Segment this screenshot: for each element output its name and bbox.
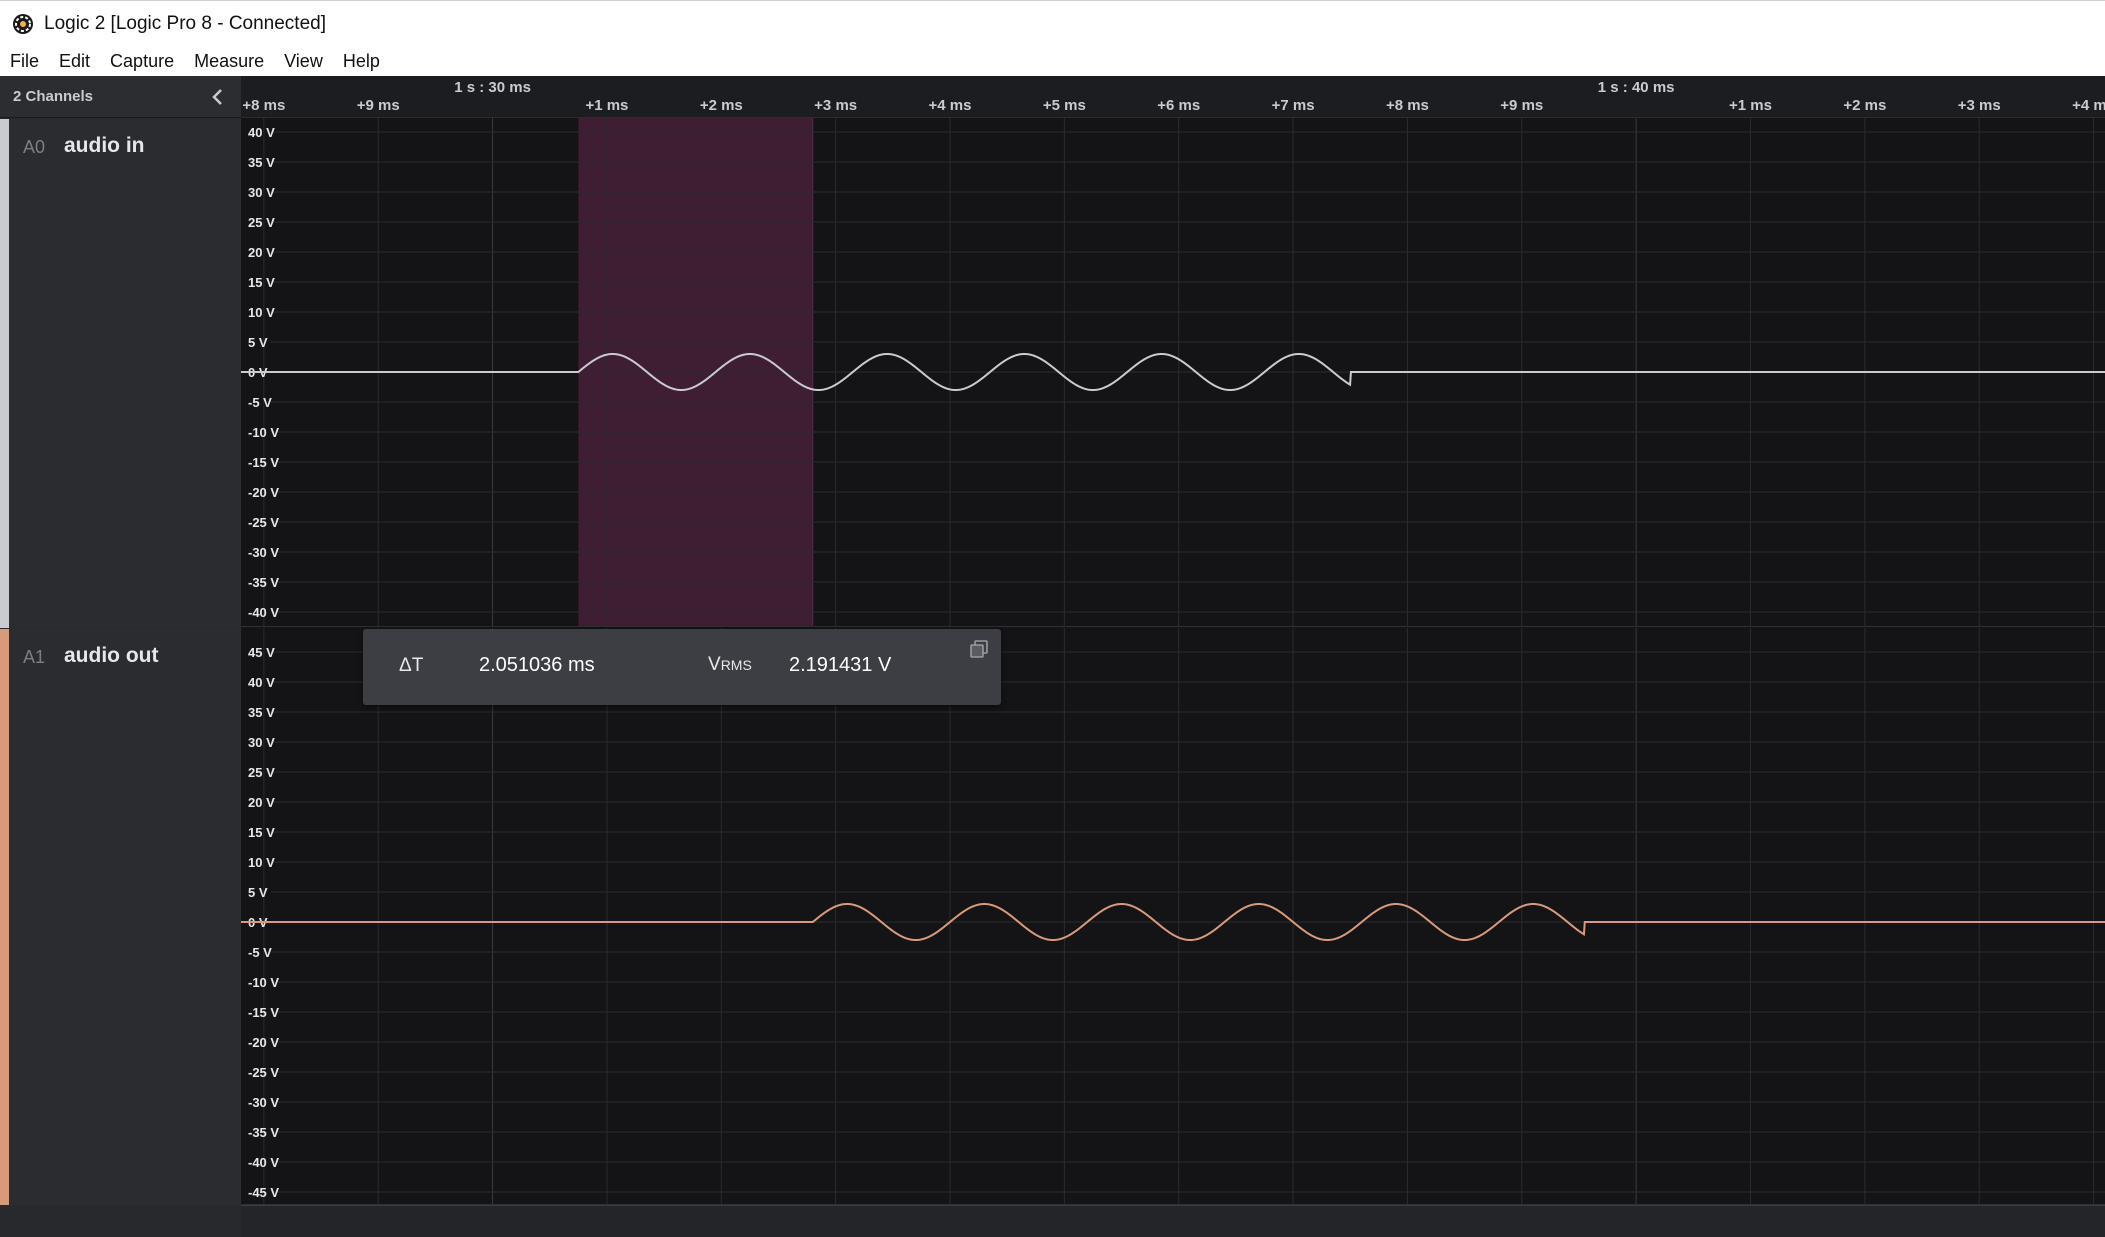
channel-color-stripe (0, 119, 9, 628)
copy-icon[interactable] (969, 639, 989, 659)
y-axis-tick-label: -40 V (248, 605, 279, 620)
channel-id: A0 (23, 137, 46, 157)
y-axis-tick-label: -45 V (248, 1185, 279, 1200)
ruler-tick-label: +2 ms (1843, 97, 1886, 114)
logic-app-icon (13, 13, 33, 34)
y-axis-tick-label: 25 V (248, 215, 275, 230)
y-axis-tick-label: -20 V (248, 1035, 279, 1050)
channel-row-a0[interactable]: A0 audio in (0, 119, 241, 628)
ruler-tick-label: +9 ms (357, 97, 400, 114)
y-axis-tick-label: 10 V (248, 855, 275, 870)
channel-name[interactable]: audio out (64, 644, 158, 668)
menu-bar: File Edit Capture Measure View Help (0, 46, 2105, 76)
vrms-label-sub: RMS (720, 657, 752, 673)
y-axis-tick-label: 10 V (248, 305, 275, 320)
sidebar-header: 2 Channels (0, 76, 241, 118)
y-axis-tick-label: 20 V (248, 245, 275, 260)
app-window: Logic 2 [Logic Pro 8 - Connected] File E… (0, 0, 2105, 1237)
channel-plot-a0: 40 V35 V30 V25 V20 V15 V10 V5 V0 V-5 V-1… (241, 118, 2105, 627)
ruler-tick-label: +4 ms (929, 97, 972, 114)
channel-plot-a1: 45 V40 V35 V30 V25 V20 V15 V10 V5 V0 V-5… (241, 628, 2105, 1205)
channel-sidebar: 2 Channels A0 audio in A1 audio out (0, 76, 241, 1237)
ruler-tick-label: +2 ms (700, 97, 743, 114)
delta-t-label: ΔT (399, 655, 424, 676)
menu-help[interactable]: Help (333, 51, 390, 72)
title-bar: Logic 2 [Logic Pro 8 - Connected] (0, 0, 2105, 46)
ruler-tick-label: +3 ms (814, 97, 857, 114)
menu-capture[interactable]: Capture (100, 51, 184, 72)
y-axis-tick-label: 20 V (248, 795, 275, 810)
chevron-left-icon (212, 88, 222, 105)
ruler-tick-label: +5 ms (1043, 97, 1086, 114)
y-axis-tick-label: 45 V (248, 645, 275, 660)
channels-count: 2 Channels (13, 88, 94, 105)
y-axis-tick-label: -25 V (248, 515, 279, 530)
ruler-tick-label: +6 ms (1157, 97, 1200, 114)
vrms-label: VRMS (708, 654, 752, 676)
vrms-value: 2.191431 V (789, 654, 892, 676)
ruler-tick-label: +8 ms (1386, 97, 1429, 114)
plot-background (241, 628, 2105, 1205)
ruler-tick-label: +1 ms (1729, 97, 1772, 114)
ruler-tick-label: +8 ms (242, 97, 285, 114)
channel-row-a1[interactable]: A1 audio out (0, 629, 241, 1205)
y-axis-tick-label: -30 V (248, 545, 279, 560)
y-axis-tick-label: 5 V (248, 335, 268, 350)
collapse-sidebar-button[interactable] (205, 85, 229, 109)
menu-measure[interactable]: Measure (184, 51, 274, 72)
menu-edit[interactable]: Edit (49, 51, 100, 72)
y-axis-tick-label: 35 V (248, 155, 275, 170)
measurement-panel[interactable]: ΔT 2.051036 ms VRMS 2.191431 V (363, 629, 1001, 705)
delta-t-value: 2.051036 ms (479, 654, 595, 676)
y-axis-tick-label: -5 V (248, 395, 272, 410)
vrms-label-main: V (708, 654, 721, 675)
ruler-major-label: 1 s : 30 ms (454, 79, 531, 96)
ruler-tick-label: +9 ms (1500, 97, 1543, 114)
y-axis-tick-label: -15 V (248, 1005, 279, 1020)
y-axis-tick-label: -20 V (248, 485, 279, 500)
y-axis-tick-label: 35 V (248, 705, 275, 720)
ruler-tick-label: +4 ms (2072, 97, 2105, 114)
ruler-tick-label: +7 ms (1272, 97, 1315, 114)
y-axis-tick-label: -30 V (248, 1095, 279, 1110)
y-axis-tick-label: 25 V (248, 765, 275, 780)
y-axis-tick-label: 40 V (248, 675, 275, 690)
y-axis-tick-label: -40 V (248, 1155, 279, 1170)
y-axis-tick-label: -15 V (248, 455, 279, 470)
y-axis-tick-label: -35 V (248, 575, 279, 590)
window-title: Logic 2 [Logic Pro 8 - Connected] (44, 12, 327, 34)
channel-color-stripe (0, 629, 9, 1205)
time-ruler[interactable]: +8 ms +9 ms +1 ms +2 ms +3 ms +4 ms +5 ms +6 ms… (241, 76, 2105, 118)
y-axis-tick-label: -35 V (248, 1125, 279, 1140)
y-axis-tick-label: 30 V (248, 185, 275, 200)
ruler-tick-label: +3 ms (1958, 97, 2001, 114)
y-axis-tick-label: 5 V (248, 885, 268, 900)
y-axis-tick-label: 15 V (248, 275, 275, 290)
ruler-svg: +8 ms +9 ms +1 ms +2 ms +3 ms +4 ms +5 ms +6 ms… (242, 79, 2105, 114)
ruler-tick-label: +1 ms (585, 97, 628, 114)
main-area: 2 Channels A0 audio in A1 audio out +8 m… (0, 76, 2105, 1237)
y-axis-tick-label: -10 V (248, 975, 279, 990)
y-axis-tick-label: 15 V (248, 825, 275, 840)
y-axis-tick-label: 40 V (248, 125, 275, 140)
menu-file[interactable]: File (0, 51, 49, 72)
channel-name[interactable]: audio in (64, 134, 145, 158)
y-axis-tick-label: -5 V (248, 945, 272, 960)
sidebar-footer (0, 1205, 241, 1237)
y-axis-tick-label: -25 V (248, 1065, 279, 1080)
ruler-major-label: 1 s : 40 ms (1598, 79, 1675, 96)
y-axis-tick-label: 30 V (248, 735, 275, 750)
timeline-scrollbar[interactable] (241, 1205, 2105, 1237)
channel-id: A1 (23, 647, 46, 667)
y-axis-tick-label: -10 V (248, 425, 279, 440)
menu-view[interactable]: View (274, 51, 333, 72)
